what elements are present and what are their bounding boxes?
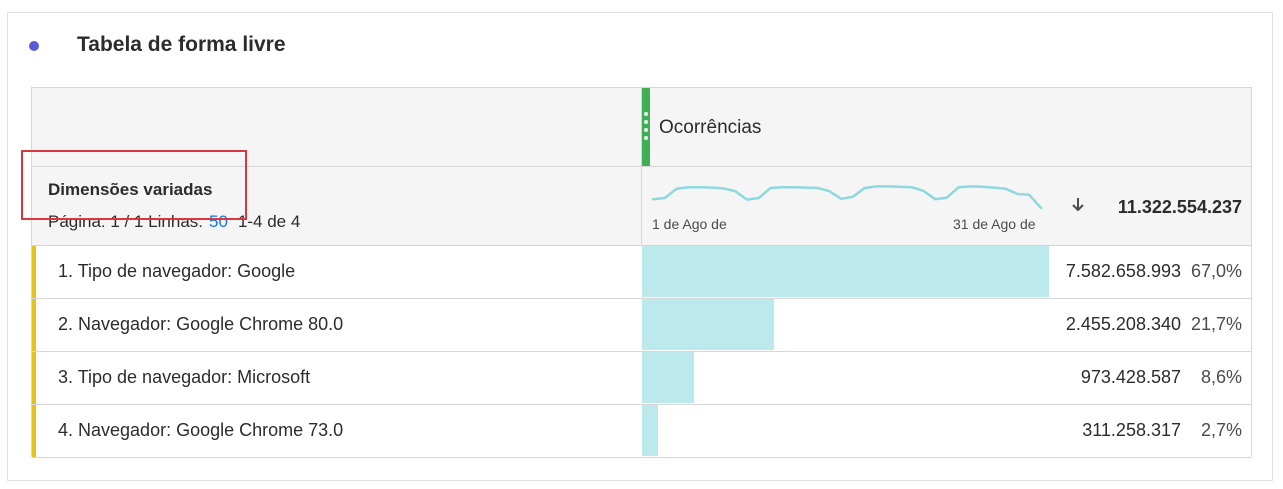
row-percent: 2,7% [1200,420,1242,440]
pagination-range: 1-4 de 4 [237,212,301,231]
row-value: 311.258.317 [1082,420,1181,440]
table-row[interactable]: 4. Navegador: Google Chrome 73.0 311.258.… [32,405,1251,458]
table-row[interactable]: 2. Navegador: Google Chrome 80.0 2.455.20… [32,299,1251,352]
metric-column-header[interactable]: Ocorrências [659,117,761,139]
row-value: 973.428.587 [1080,367,1181,387]
drag-grip-icon[interactable] [644,112,648,142]
metric-total: 11.322.554.237 [1117,197,1242,217]
panel-title[interactable]: Tabela de forma livre [77,33,286,57]
row-share-bar [642,352,694,403]
sparkline-end-label: 31 de Ago de [953,216,1036,232]
panel-status-dot [29,41,39,51]
arrow-down-icon[interactable] [1071,196,1085,214]
sparkline-start-label: 1 de Ago de [652,216,727,232]
row-accent [32,352,36,404]
row-accent [32,299,36,351]
callout-highlight-box [21,150,247,220]
row-label[interactable]: 4. Navegador: Google Chrome 73.0 [58,420,343,441]
table-row[interactable]: 1. Tipo de navegador: Google 7.582.658.99… [32,246,1251,299]
row-share-bar [642,299,774,350]
row-percent: 67,0% [1190,261,1242,281]
row-percent: 8,6% [1200,367,1242,387]
row-accent [32,246,36,298]
freeform-table: Ocorrências Dimensões variadas Página: 1… [31,87,1252,458]
row-label[interactable]: 2. Navegador: Google Chrome 80.0 [58,314,343,335]
table-row[interactable]: 3. Tipo de navegador: Microsoft 973.428.5… [32,352,1251,405]
row-value: 7.582.658.993 [1065,261,1181,281]
row-share-bar [642,246,1049,297]
row-value: 2.455.208.340 [1065,314,1181,334]
row-percent: 21,7% [1190,314,1242,334]
row-share-bar [642,405,658,456]
sparkline-series [651,185,1043,210]
trend-sparkline [651,185,1043,210]
row-label[interactable]: 3. Tipo de navegador: Microsoft [58,367,310,388]
row-accent [32,405,36,457]
row-label[interactable]: 1. Tipo de navegador: Google [58,261,295,282]
